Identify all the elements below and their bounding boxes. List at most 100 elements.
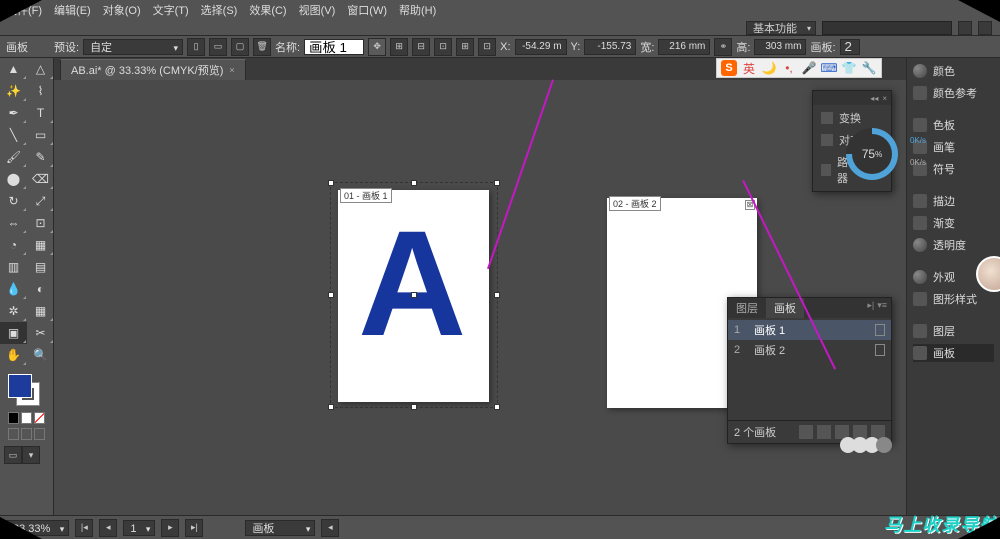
menu-help[interactable]: 帮助(H) — [399, 2, 436, 18]
free-transform-tool-icon[interactable]: ⊡ — [27, 212, 54, 234]
blend-tool-icon[interactable]: ◐ — [27, 278, 54, 300]
orient-portrait-icon[interactable]: ▯ — [187, 38, 205, 56]
document-tab[interactable]: AB.ai* @ 33.33% (CMYK/预览) × — [60, 59, 246, 80]
workspace-dropdown[interactable]: 基本功能 — [746, 21, 816, 35]
network-monitor-widget[interactable]: 75% 0K/s 0K/s — [846, 128, 898, 180]
selection-tool-icon[interactable]: ▲ — [0, 58, 27, 80]
panel-menu-icon[interactable]: ▾≡ — [877, 300, 887, 316]
ime-settings-icon[interactable]: 🔧 — [861, 60, 877, 76]
align-4-icon[interactable]: ⊞ — [456, 38, 474, 56]
gradient-mode-icon[interactable] — [21, 412, 32, 424]
draw-behind-icon[interactable] — [21, 428, 32, 440]
nav-next-icon[interactable]: ▸ — [161, 519, 179, 537]
panel-color[interactable]: 颜色 — [913, 62, 994, 80]
eyedropper-tool-icon[interactable]: 💧 — [0, 278, 27, 300]
screen-mode-switch-icon[interactable]: ▾ — [22, 446, 40, 464]
ime-keyboard-icon[interactable]: ⌨ — [821, 60, 837, 76]
panel-stroke[interactable]: 描边 — [913, 192, 994, 210]
handle-br[interactable] — [494, 404, 500, 410]
fill-swatch[interactable] — [8, 374, 32, 398]
move-artwork-toggle-icon[interactable]: ✥ — [368, 38, 386, 56]
handle-mr[interactable] — [494, 292, 500, 298]
zoom-tool-icon[interactable]: 🔍 — [27, 344, 54, 366]
ime-toolbar[interactable]: S 英 🌙 •, 🎤 ⌨ 👕 🔧 — [716, 58, 882, 78]
artboard-1[interactable]: 01 - 画板 1 A — [338, 190, 489, 402]
color-mode-icon[interactable] — [8, 412, 19, 424]
fill-stroke-swatch[interactable] — [8, 374, 40, 406]
nav-prev-icon[interactable]: ◂ — [99, 519, 117, 537]
artboard-row-2[interactable]: 2 画板 2 — [728, 340, 891, 360]
reference-point-icon[interactable]: ⊡ — [478, 38, 496, 56]
pencil-tool-icon[interactable]: ✎ — [27, 146, 54, 168]
panel-color-guide[interactable]: 颜色参考 — [913, 84, 994, 102]
menu-view[interactable]: 视图(V) — [299, 2, 336, 18]
handle-tm[interactable] — [411, 180, 417, 186]
artboard-row-1-icon[interactable] — [875, 324, 885, 336]
x-input[interactable] — [515, 39, 567, 55]
ime-moon-icon[interactable]: 🌙 — [761, 60, 777, 76]
panel-graphic-styles[interactable]: 图形样式 — [913, 290, 994, 308]
align-2-icon[interactable]: ⊟ — [412, 38, 430, 56]
ime-punct-icon[interactable]: •, — [781, 60, 797, 76]
slice-tool-icon[interactable]: ✂ — [27, 322, 54, 344]
preset-dropdown[interactable]: 自定 — [83, 39, 183, 55]
nav-first-icon[interactable]: |◂ — [75, 519, 93, 537]
ime-mic-icon[interactable]: 🎤 — [801, 60, 817, 76]
direct-selection-tool-icon[interactable]: △ — [27, 58, 54, 80]
orient-landscape-icon[interactable]: ▭ — [209, 38, 227, 56]
panel-close-icon[interactable]: × — [882, 94, 887, 103]
draw-normal-icon[interactable] — [8, 428, 19, 440]
type-tool-icon[interactable]: T — [27, 102, 54, 124]
link-wh-icon[interactable]: ⚭ — [714, 38, 732, 56]
handle-tl[interactable] — [328, 180, 334, 186]
gradient-tool-icon[interactable]: ▤ — [27, 256, 54, 278]
width-tool-icon[interactable]: ⇔ — [0, 212, 27, 234]
close-tab-icon[interactable]: × — [229, 65, 234, 75]
pen-tool-icon[interactable]: ✒ — [0, 102, 27, 124]
artboard-row-1[interactable]: 1 画板 1 — [728, 320, 891, 340]
panel-collapse-icon[interactable]: ◂◂ — [870, 94, 878, 103]
sogou-logo-icon[interactable]: S — [721, 60, 737, 76]
search-input[interactable] — [822, 21, 952, 35]
rectangle-tool-icon[interactable]: ▭ — [27, 124, 54, 146]
handle-bm[interactable] — [411, 404, 417, 410]
line-tool-icon[interactable]: ╲ — [0, 124, 27, 146]
artboard-name-input[interactable] — [304, 39, 364, 55]
draw-inside-icon[interactable] — [34, 428, 45, 440]
artboard-row-2-icon[interactable] — [875, 344, 885, 356]
align-1-icon[interactable]: ⊞ — [390, 38, 408, 56]
ab-rearrange-icon[interactable] — [799, 425, 813, 439]
tab-artboards[interactable]: 画板 — [766, 298, 804, 318]
screen-mode-icon[interactable]: ▭ — [4, 446, 22, 464]
graph-tool-icon[interactable]: ▦ — [27, 300, 54, 322]
nav-last-icon[interactable]: ▸| — [185, 519, 203, 537]
ab-moveup-icon[interactable] — [817, 425, 831, 439]
ime-skin-icon[interactable]: 👕 — [841, 60, 857, 76]
panel-header[interactable]: ◂◂ × — [813, 91, 891, 105]
hand-tool-icon[interactable]: ✋ — [0, 344, 27, 366]
menu-edit[interactable]: 编辑(E) — [54, 2, 91, 18]
scale-tool-icon[interactable]: ⤢ — [27, 190, 54, 212]
panel-transparency[interactable]: 透明度 — [913, 236, 994, 254]
mesh-tool-icon[interactable]: ▥ — [0, 256, 27, 278]
h-input[interactable] — [754, 39, 806, 55]
align-3-icon[interactable]: ⊡ — [434, 38, 452, 56]
eraser-tool-icon[interactable]: ⌫ — [27, 168, 54, 190]
panel-swatches[interactable]: 色板 — [913, 116, 994, 134]
ime-lang-toggle[interactable]: 英 — [741, 60, 757, 76]
rotate-tool-icon[interactable]: ↻ — [0, 190, 27, 212]
none-mode-icon[interactable] — [34, 412, 45, 424]
shape-builder-tool-icon[interactable]: ◔ — [0, 234, 27, 256]
handle-tr[interactable] — [494, 180, 500, 186]
menu-object[interactable]: 对象(O) — [103, 2, 141, 18]
status-scroll-left-icon[interactable]: ◂ — [321, 519, 339, 537]
panel-gradient[interactable]: 渐变 — [913, 214, 994, 232]
new-artboard-icon[interactable]: ▢ — [231, 38, 249, 56]
sync-icon[interactable] — [978, 21, 992, 35]
symbol-sprayer-tool-icon[interactable]: ✲ — [0, 300, 27, 322]
panel-expand-icon[interactable]: ▸| — [867, 300, 874, 316]
blob-brush-tool-icon[interactable]: ⬤ — [0, 168, 27, 190]
artboard-tool-icon[interactable]: ▣ — [0, 322, 27, 344]
handle-ml[interactable] — [328, 292, 334, 298]
menu-effect[interactable]: 效果(C) — [249, 2, 286, 18]
